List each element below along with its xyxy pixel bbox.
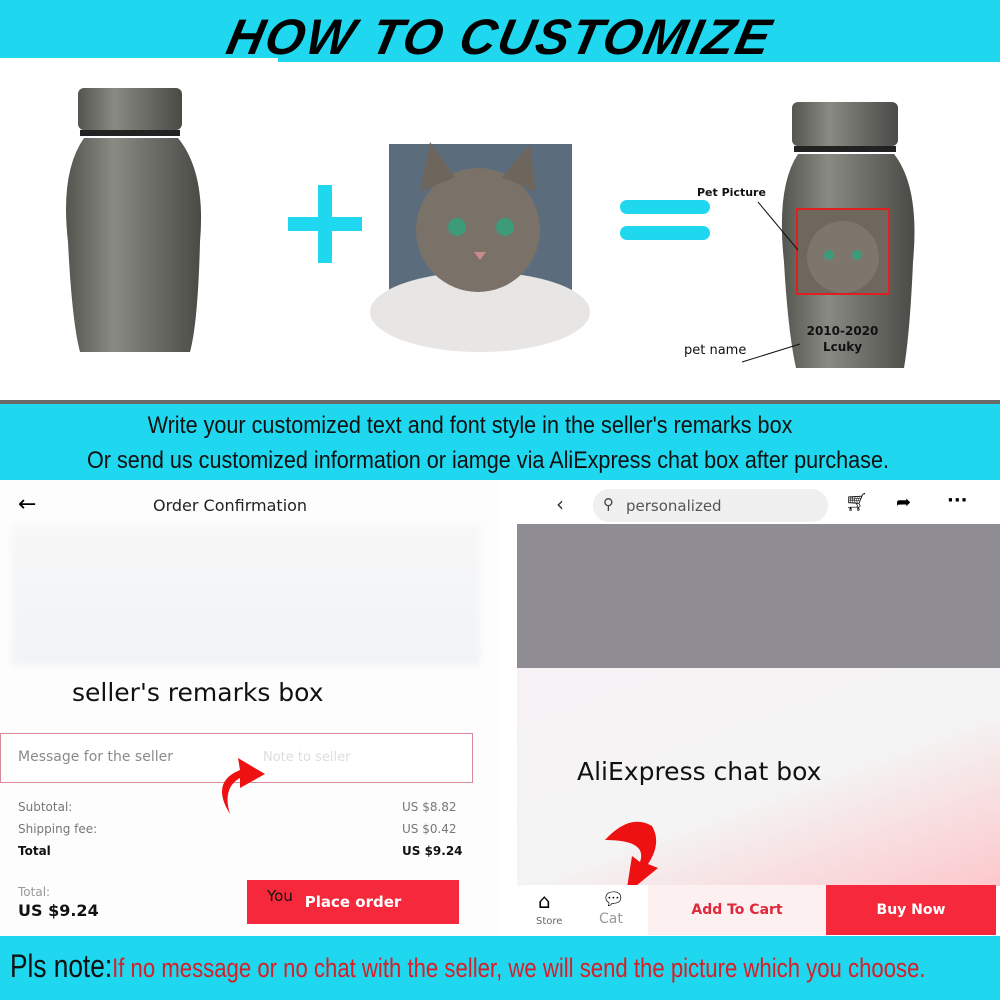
footer-total-label: Total: (18, 885, 51, 899)
total-label: Total (18, 844, 51, 858)
store-label[interactable]: Store (536, 916, 562, 927)
search-icon: ⚲ (603, 495, 614, 513)
chat-icon[interactable]: 💬︎ (602, 889, 625, 910)
pet-name-pointer (741, 343, 801, 363)
message-placeholder: Note to seller (263, 750, 351, 765)
note-text: If no message or no chat with the seller… (112, 953, 926, 983)
remarks-caption: seller's remarks box (72, 678, 324, 707)
shipping-label: Shipping fee: (18, 822, 98, 836)
chat-caption: AliExpress chat box (577, 757, 822, 786)
urn-dates: 2010-2020 (806, 324, 879, 338)
more-icon[interactable]: ··· (947, 490, 968, 511)
order-confirmation-screen: ← Order Confirmation seller's remarks bo… (0, 480, 500, 936)
product-image-placeholder (517, 524, 1000, 668)
shipping-value: US $0.42 (402, 822, 457, 836)
buy-now-button[interactable]: Buy Now (826, 885, 996, 935)
instruction-line-1: Write your customized text and font styl… (147, 412, 793, 439)
footer-total-value: US $9.24 (18, 901, 99, 920)
equals-icon (620, 200, 710, 240)
red-arrow-icon (222, 758, 265, 814)
plain-urn-image (66, 88, 202, 352)
total-value: US $9.24 (402, 844, 463, 858)
share-icon[interactable]: ➦ (896, 492, 911, 513)
note: Pls note:If no message or no chat with t… (10, 948, 926, 985)
pet-picture-label: Pet Picture (697, 186, 766, 199)
store-icon[interactable]: ⌂ (538, 889, 551, 913)
page-title: HOW TO CUSTOMIZE (222, 9, 778, 65)
plus-icon (288, 185, 362, 263)
watermark-text: You (267, 887, 293, 905)
chat-label[interactable]: Cat (599, 911, 623, 927)
screen-title: Order Confirmation (153, 496, 308, 515)
note-prefix: Pls note: (10, 948, 113, 984)
instruction-line-2: Or send us customized information or iam… (87, 447, 889, 474)
search-input[interactable]: ⚲ personalized (593, 489, 828, 522)
subtotal-value: US $8.82 (402, 800, 457, 814)
message-label: Message for the seller (18, 749, 173, 765)
pet-photo (370, 142, 590, 352)
blurred-address (12, 525, 480, 665)
subtotal-label: Subtotal: (18, 800, 73, 814)
urn-name: Lcuky (822, 340, 863, 354)
back-chevron-icon[interactable]: ‹ (556, 492, 564, 516)
pet-name-label: pet name (684, 343, 747, 358)
cart-icon[interactable]: 🛒︎ (845, 492, 868, 513)
back-arrow-icon[interactable]: ← (18, 492, 36, 517)
search-value: personalized (626, 497, 722, 515)
product-screen: ‹ ⚲ personalized 🛒︎ ➦ ··· AliExpress cha… (500, 480, 1000, 936)
add-to-cart-button[interactable]: Add To Cart (648, 885, 826, 935)
